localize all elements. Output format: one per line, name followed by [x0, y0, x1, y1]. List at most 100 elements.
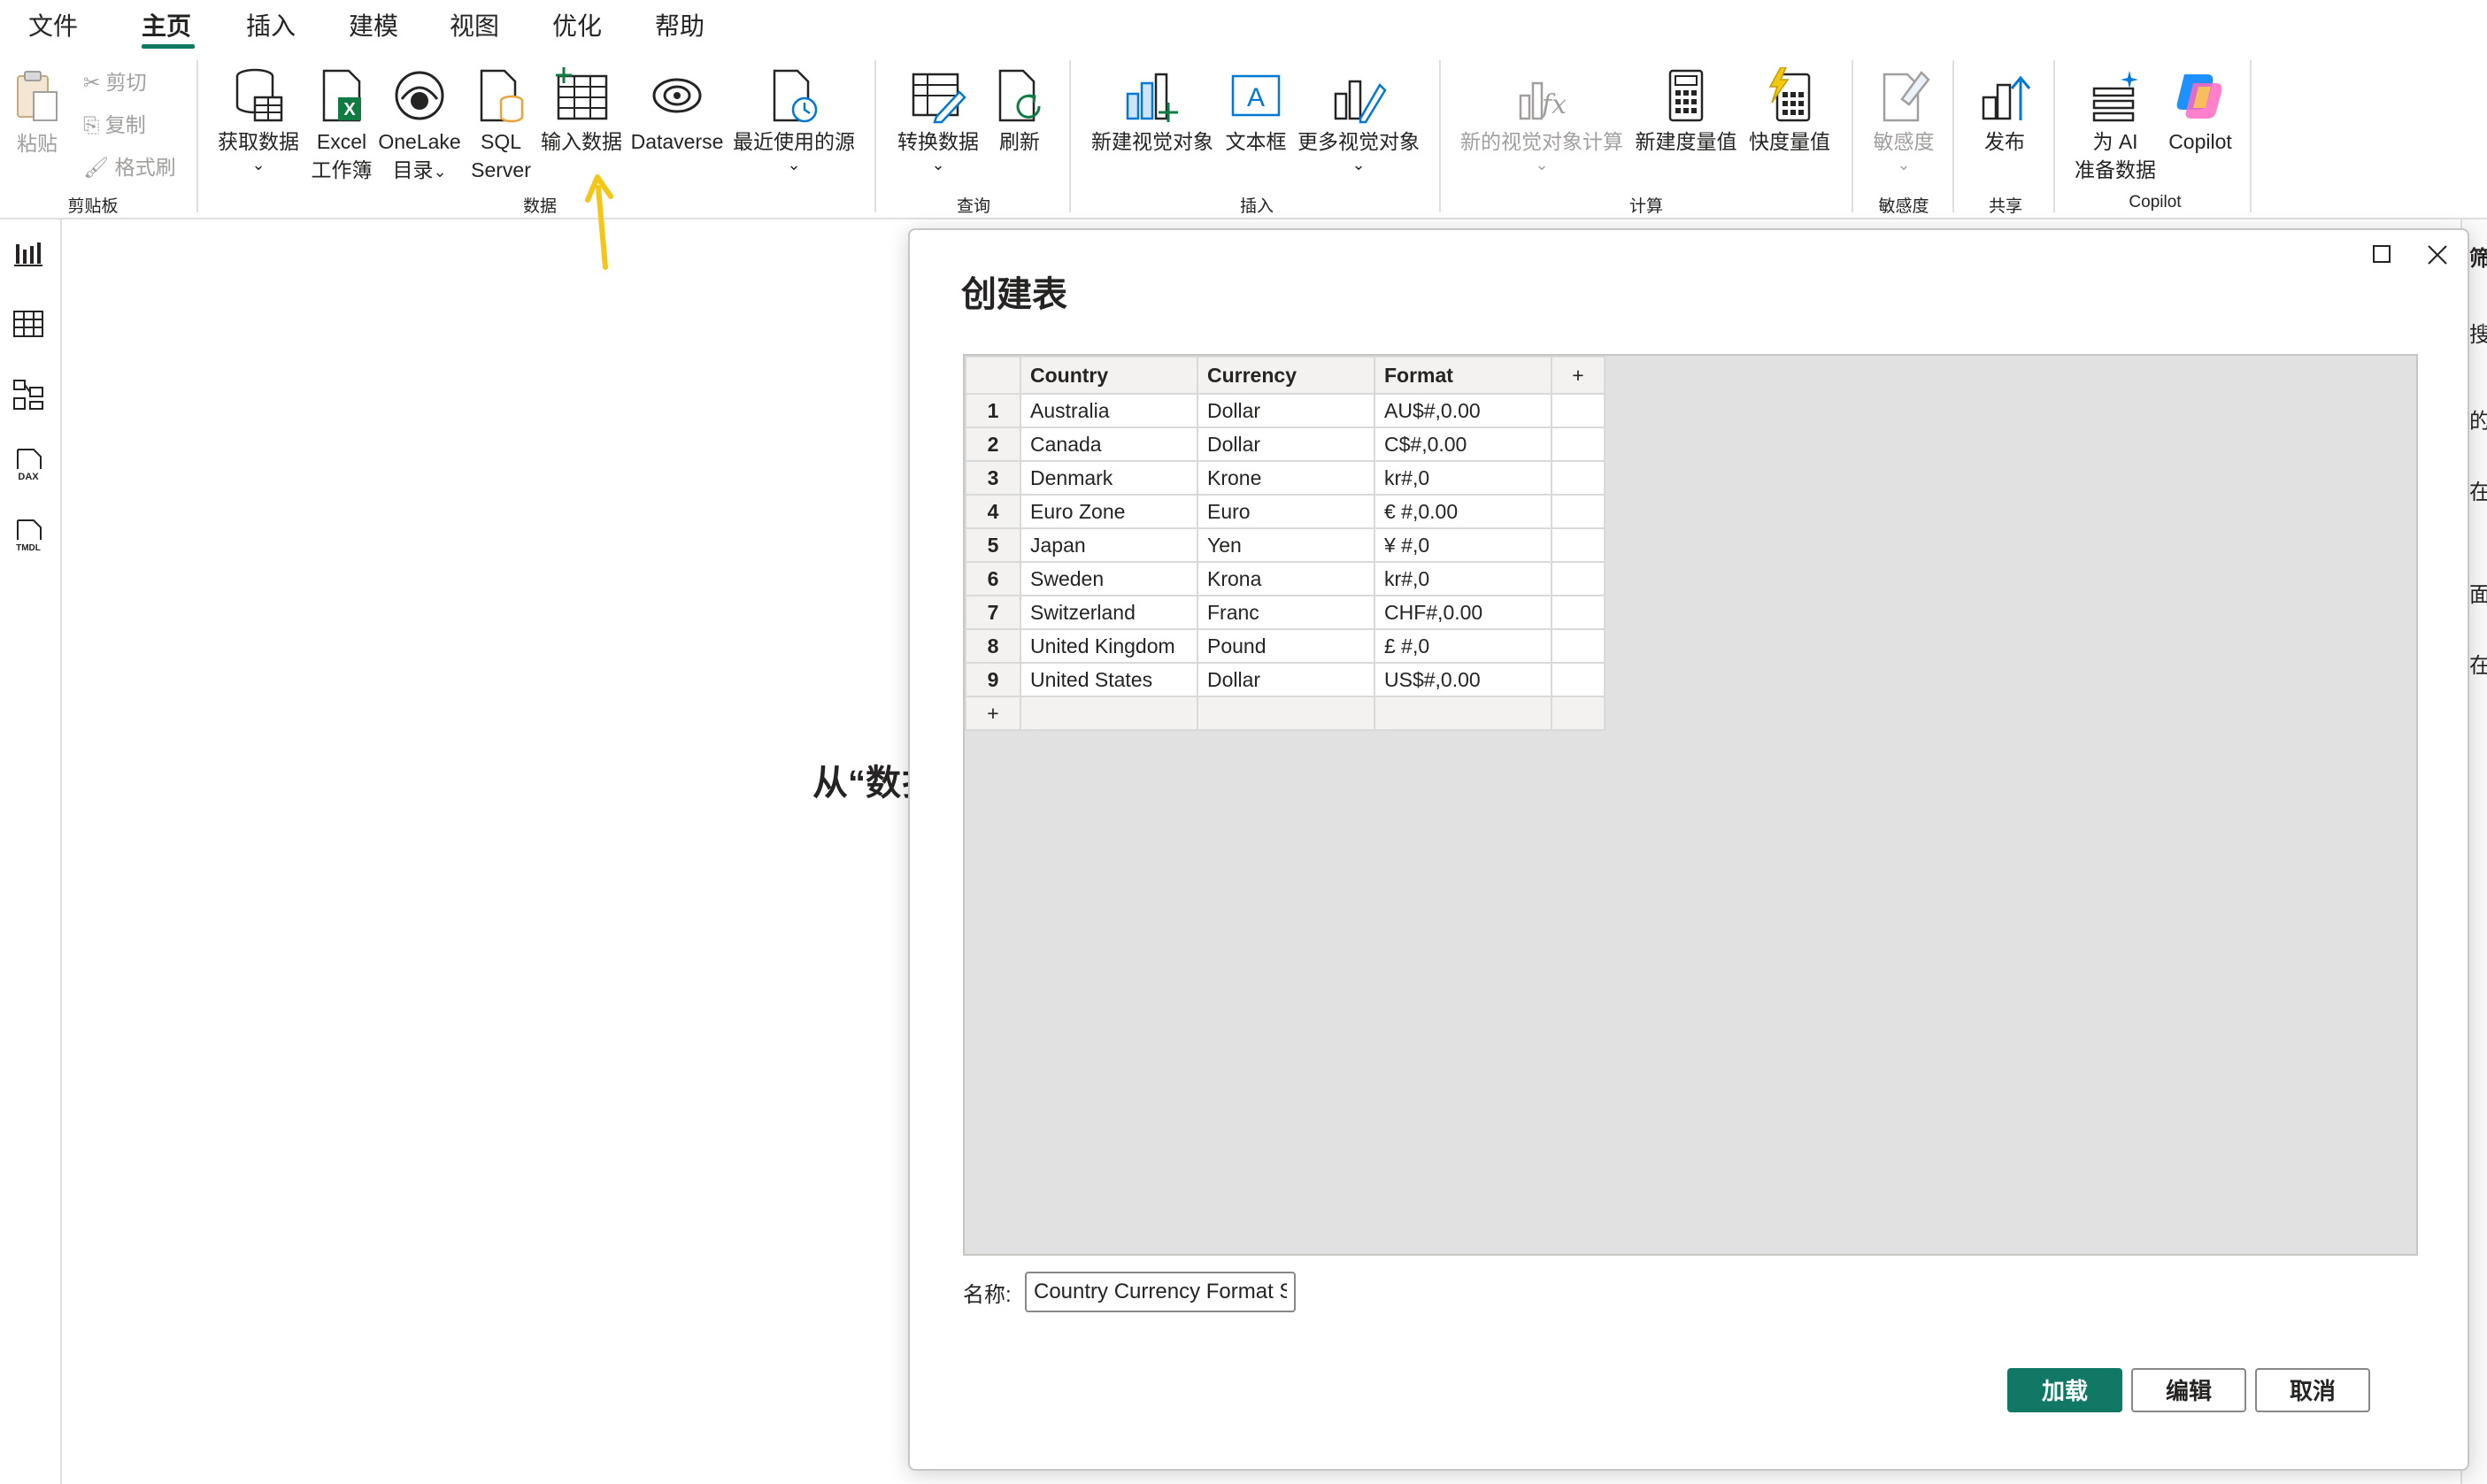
- table-cell[interactable]: C$#,0.00: [1374, 427, 1552, 462]
- cut-button[interactable]: ✂ 剪切: [83, 65, 147, 96]
- empty-cell[interactable]: [1551, 628, 1605, 664]
- get-data-button[interactable]: 获取数据 ⌄: [214, 67, 303, 173]
- row-number[interactable]: 2: [965, 427, 1021, 462]
- menu-optimize[interactable]: 优化: [552, 7, 602, 42]
- excel-workbook-button[interactable]: X Excel 工作簿: [306, 67, 377, 184]
- empty-cell[interactable]: [1197, 696, 1375, 731]
- new-visual-calc-button[interactable]: fx 新的视觉对象计算 ⌄: [1455, 67, 1628, 173]
- column-header[interactable]: Format: [1374, 356, 1552, 395]
- empty-cell[interactable]: [1551, 696, 1605, 731]
- table-cell[interactable]: € #,0.00: [1374, 494, 1552, 529]
- recent-sources-button[interactable]: 最近使用的源 ⌄: [728, 67, 860, 173]
- excel-icon: X: [322, 69, 361, 122]
- empty-cell[interactable]: [1374, 696, 1552, 731]
- maximize-icon[interactable]: [2368, 241, 2395, 267]
- table-view-icon[interactable]: [11, 306, 46, 342]
- dax-query-view-icon[interactable]: DAX: [11, 448, 46, 483]
- menu-view[interactable]: 视图: [450, 7, 499, 42]
- table-cell[interactable]: Japan: [1020, 527, 1198, 563]
- calculator-icon: [1668, 69, 1704, 122]
- refresh-button[interactable]: 刷新: [986, 67, 1053, 156]
- sql-server-button[interactable]: SQL Server: [466, 67, 536, 184]
- table-cell[interactable]: Dollar: [1197, 393, 1375, 428]
- empty-cell[interactable]: [1551, 561, 1605, 596]
- sensitivity-button[interactable]: 敏感度 ⌄: [1864, 67, 1944, 173]
- onelake-catalog-button[interactable]: OneLake 目录⌄: [375, 67, 464, 186]
- table-cell[interactable]: Australia: [1020, 393, 1198, 428]
- column-header[interactable]: Country: [1020, 356, 1198, 395]
- empty-cell[interactable]: [1551, 460, 1605, 496]
- empty-cell[interactable]: [1020, 696, 1198, 731]
- menu-home[interactable]: 主页: [142, 7, 191, 42]
- enter-data-button[interactable]: 输入数据: [535, 67, 628, 156]
- table-cell[interactable]: Euro: [1197, 494, 1375, 529]
- table-cell[interactable]: US$#,0.00: [1374, 662, 1552, 697]
- row-number[interactable]: 3: [965, 460, 1021, 496]
- table-cell[interactable]: Krona: [1197, 561, 1375, 596]
- edit-button[interactable]: 编辑: [2131, 1368, 2246, 1412]
- paste-button[interactable]: 粘贴: [9, 69, 65, 158]
- text-box-button[interactable]: A 文本框: [1220, 67, 1292, 156]
- table-cell[interactable]: Canada: [1020, 427, 1198, 462]
- menu-insert[interactable]: 插入: [246, 7, 296, 42]
- column-header[interactable]: Currency: [1197, 356, 1375, 395]
- table-cell[interactable]: Pound: [1197, 628, 1375, 664]
- quick-measure-button[interactable]: 快度量值: [1744, 67, 1836, 156]
- table-cell[interactable]: Denmark: [1020, 460, 1198, 496]
- close-icon[interactable]: [2423, 241, 2452, 269]
- table-cell[interactable]: Krone: [1197, 460, 1375, 496]
- table-cell[interactable]: Yen: [1197, 527, 1375, 563]
- row-number[interactable]: 5: [965, 527, 1021, 563]
- row-number[interactable]: 7: [965, 595, 1021, 630]
- row-number[interactable]: 8: [965, 628, 1021, 664]
- table-cell[interactable]: CHF#,0.00: [1374, 595, 1552, 630]
- table-cell[interactable]: AU$#,0.00: [1374, 393, 1552, 428]
- new-visual-button[interactable]: 新建视觉对象: [1085, 67, 1220, 156]
- table-cell[interactable]: Dollar: [1197, 662, 1375, 697]
- table-cell[interactable]: United States: [1020, 662, 1198, 697]
- row-number[interactable]: 1: [965, 393, 1021, 428]
- menu-file[interactable]: 文件: [28, 7, 78, 42]
- table-cell[interactable]: Sweden: [1020, 561, 1198, 596]
- publish-button[interactable]: 发布: [1965, 67, 2044, 156]
- table-name-input[interactable]: [1025, 1272, 1296, 1312]
- table-cell[interactable]: Dollar: [1197, 427, 1375, 462]
- table-cell[interactable]: ¥ #,0: [1374, 527, 1552, 563]
- transform-data-button[interactable]: 转换数据 ⌄: [889, 67, 988, 173]
- dataverse-button[interactable]: Dataverse: [628, 67, 726, 156]
- table-cell[interactable]: £ #,0: [1374, 628, 1552, 664]
- group-label-queries: 查询: [956, 197, 990, 216]
- add-row-button[interactable]: +: [965, 696, 1021, 731]
- copy-button[interactable]: ⎘ 复制: [83, 108, 146, 138]
- cancel-button[interactable]: 取消: [2255, 1368, 2370, 1412]
- row-number[interactable]: 4: [965, 494, 1021, 529]
- empty-cell[interactable]: [1551, 527, 1605, 563]
- table-cell[interactable]: kr#,0: [1374, 561, 1552, 596]
- menu-modeling[interactable]: 建模: [349, 7, 398, 42]
- add-column-button[interactable]: +: [1551, 356, 1605, 395]
- empty-cell[interactable]: [1551, 595, 1605, 630]
- table-cell[interactable]: Euro Zone: [1020, 494, 1198, 529]
- load-button[interactable]: 加载: [2007, 1368, 2122, 1412]
- empty-cell[interactable]: [1551, 494, 1605, 529]
- report-view-icon[interactable]: [11, 237, 46, 273]
- table-cell[interactable]: United Kingdom: [1020, 628, 1198, 664]
- empty-cell[interactable]: [1551, 393, 1605, 428]
- empty-cell[interactable]: [1551, 662, 1605, 697]
- model-view-icon[interactable]: [11, 377, 46, 412]
- new-measure-button[interactable]: 新建度量值: [1630, 67, 1742, 156]
- empty-cell[interactable]: [1551, 427, 1605, 462]
- table-cell[interactable]: kr#,0: [1374, 460, 1552, 496]
- prep-data-for-ai-button[interactable]: 为 AI 准备数据: [2066, 67, 2165, 184]
- menu-help[interactable]: 帮助: [655, 7, 705, 42]
- table-cell[interactable]: Switzerland: [1020, 595, 1198, 630]
- table-row: 5 Japan Yen ¥ #,0: [965, 527, 1605, 563]
- table-cell[interactable]: Franc: [1197, 595, 1375, 630]
- annotation-arrow: [585, 174, 613, 270]
- more-visuals-button[interactable]: 更多视觉对象 ⌄: [1292, 67, 1425, 173]
- tmdl-view-icon[interactable]: TMDL: [11, 519, 46, 554]
- copilot-button[interactable]: Copilot: [2160, 67, 2241, 156]
- row-number[interactable]: 9: [965, 662, 1021, 697]
- row-number[interactable]: 6: [965, 561, 1021, 596]
- format-painter-button[interactable]: 🖌 格式刷: [83, 150, 176, 181]
